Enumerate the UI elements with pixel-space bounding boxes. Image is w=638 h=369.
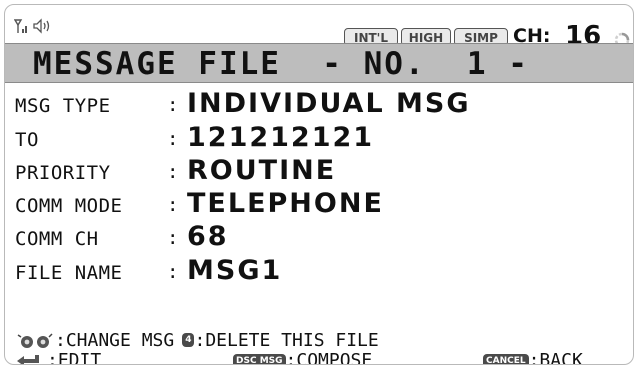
speaker-icon [33, 18, 50, 34]
back-hint: :BACK [528, 350, 583, 365]
field-colon: : [167, 128, 179, 150]
dsc-msg-key-icon: DSC MSG [233, 353, 286, 364]
field-row-file-name[interactable]: FILE NAME : MSG1 [15, 255, 625, 289]
field-colon: : [167, 94, 179, 116]
field-label: MSG TYPE [15, 95, 111, 117]
footer-help-line-1: :CHANGE MSG 4 :DELETE THIS FILE [15, 329, 379, 351]
field-value-file-name[interactable]: MSG1 [187, 255, 282, 286]
enter-arrow-icon [17, 354, 39, 364]
footer-help-line-2: :EDIT DSC MSG :COMPOSE CANCEL :BACK [15, 350, 625, 365]
field-label: COMM MODE [15, 195, 123, 217]
edit-hint: :EDIT [47, 350, 102, 365]
delete-file-hint: :DELETE THIS FILE [194, 329, 379, 351]
page-title: MESSAGE FILE - NO. 1 - [33, 46, 529, 82]
field-value-comm-mode[interactable]: TELEPHONE [187, 188, 384, 219]
title-bar: MESSAGE FILE - NO. 1 - [5, 43, 633, 83]
field-label: FILE NAME [15, 262, 123, 284]
field-label: TO [15, 129, 39, 151]
field-label: COMM CH [15, 228, 99, 250]
compose-hint: :COMPOSE [285, 350, 373, 365]
field-colon: : [167, 194, 179, 216]
knob-rotate-icon [17, 333, 53, 348]
field-row-comm-mode[interactable]: COMM MODE : TELEPHONE [15, 188, 625, 222]
field-row-msg-type[interactable]: MSG TYPE : INDIVIDUAL MSG [15, 88, 625, 122]
field-row-priority[interactable]: PRIORITY : ROUTINE [15, 155, 625, 189]
field-value-to[interactable]: 121212121 [187, 122, 374, 153]
radio-screen: INT'L HIGH SIMP CH: 16 MESSAGE FILE - NO… [4, 4, 634, 365]
back-hint-group: CANCEL :BACK [483, 350, 583, 365]
cancel-key-icon: CANCEL [483, 353, 529, 364]
compose-hint-group: DSC MSG :COMPOSE [233, 350, 373, 365]
field-row-to[interactable]: TO : 121212121 [15, 122, 625, 156]
field-colon: : [167, 261, 179, 283]
field-value-msg-type[interactable]: INDIVIDUAL MSG [187, 88, 471, 119]
status-icons [14, 17, 53, 35]
status-bar: INT'L HIGH SIMP CH: 16 [5, 5, 633, 51]
field-colon: : [167, 227, 179, 249]
field-value-comm-ch[interactable]: 68 [187, 221, 229, 252]
field-value-priority[interactable]: ROUTINE [187, 155, 336, 186]
field-label: PRIORITY [15, 162, 111, 184]
signal-strength-icon [14, 19, 27, 33]
field-colon: : [167, 161, 179, 183]
field-row-comm-ch[interactable]: COMM CH : 68 [15, 221, 625, 255]
edit-hint-group: :EDIT [15, 350, 102, 365]
change-msg-hint: :CHANGE MSG [55, 329, 175, 351]
key-4-icon: 4 [182, 333, 195, 347]
